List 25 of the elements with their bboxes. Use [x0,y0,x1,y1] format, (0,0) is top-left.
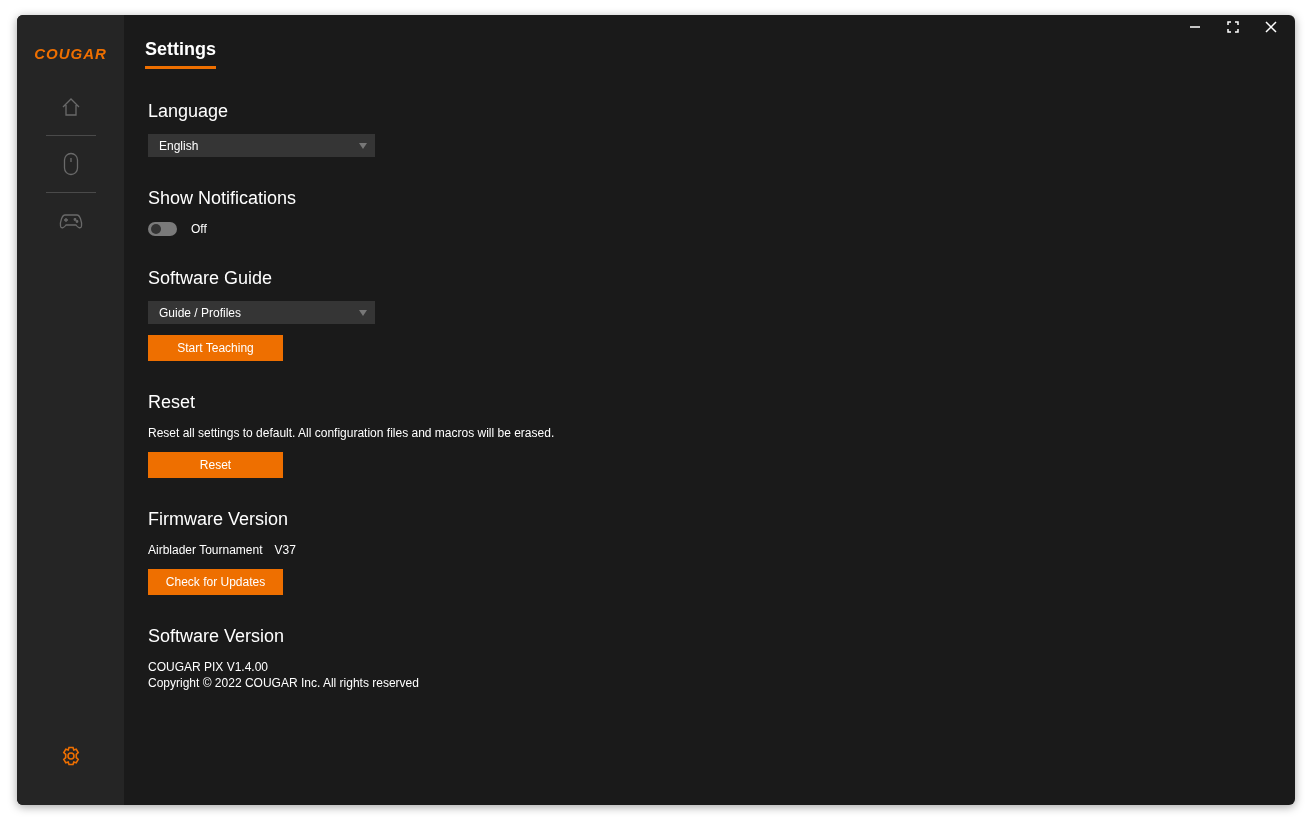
info-text: Reset all settings to default. All configuration files and macros will be erased. [148,425,555,441]
dropdown[interactable]: Guide / Profiles [148,301,375,324]
toggle-label: Off [191,221,207,237]
settings-tab[interactable]: Settings [145,39,216,69]
section-heading: Software Version [148,625,285,648]
section-heading: Reset [148,391,196,414]
mouse-icon [62,152,79,176]
firmware-version: V37 [274,542,296,558]
home-icon [60,97,81,117]
dropdown-caret-icon [359,309,367,316]
section-heading: Firmware Version [148,508,289,531]
close-icon [1265,21,1277,33]
toggle-switch[interactable] [148,222,177,236]
maximize-icon [1227,21,1239,33]
gamepad-icon [58,212,83,230]
settings-icon [60,746,81,766]
section-heading: Show Notifications [148,187,297,210]
info-text: Copyright © 2022 COUGAR Inc. All rights reserved [148,675,419,691]
section-heading: Language [148,100,229,123]
dropdown-caret-icon [359,142,367,149]
section-heading: Software Guide [148,267,273,290]
logo: COUGAR [34,45,107,62]
info-text: COUGAR PIX V1.4.00 [148,659,270,675]
device-name: Airblader Tournament [148,542,263,558]
dropdown[interactable]: English [148,134,375,157]
